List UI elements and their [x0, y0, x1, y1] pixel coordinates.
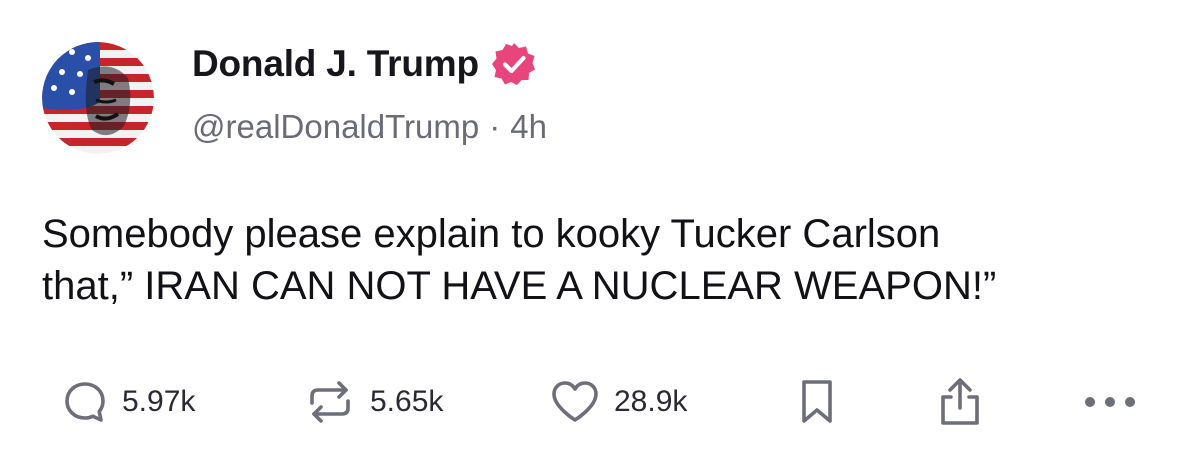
more-icon — [1085, 397, 1135, 407]
avatar-flag-face-icon — [42, 42, 154, 154]
verified-badge-icon — [491, 43, 535, 85]
post-timestamp[interactable]: 4h — [510, 108, 547, 146]
heart-icon — [552, 381, 598, 422]
avatar[interactable] — [42, 42, 154, 154]
bookmark-icon — [802, 380, 832, 423]
meta-separator: · — [489, 108, 501, 145]
repost-button[interactable]: 5.65k — [304, 372, 443, 432]
share-button[interactable] — [938, 372, 982, 432]
repost-icon — [310, 381, 350, 423]
author-handle[interactable]: @realDonaldTrump — [192, 108, 479, 146]
reply-count: 5.97k — [122, 385, 196, 418]
like-button[interactable]: 28.9k — [550, 372, 687, 432]
post-text: Somebody please explain to kooky Tucker … — [42, 208, 1162, 312]
like-count: 28.9k — [614, 385, 688, 418]
action-bar: 5.97k 5.65k 28.9k — [0, 372, 1200, 432]
author-name-row: Donald J. Trump — [192, 40, 537, 88]
bookmark-button[interactable] — [797, 372, 837, 432]
repost-count: 5.65k — [370, 385, 444, 418]
post-text-line: Somebody please explain to kooky Tucker … — [42, 212, 941, 256]
post: Donald J. Trump @realDonaldTrump · 4h So… — [0, 0, 1200, 453]
author-meta-row: @realDonaldTrump · 4h — [192, 108, 547, 146]
reply-button[interactable]: 5.97k — [62, 372, 195, 432]
more-button[interactable] — [1082, 372, 1138, 432]
author-display-name[interactable]: Donald J. Trump — [192, 43, 479, 85]
post-text-line: that,” IRAN CAN NOT HAVE A NUCLEAR WEAPO… — [42, 264, 997, 308]
share-icon — [941, 378, 979, 425]
reply-icon — [65, 382, 105, 422]
